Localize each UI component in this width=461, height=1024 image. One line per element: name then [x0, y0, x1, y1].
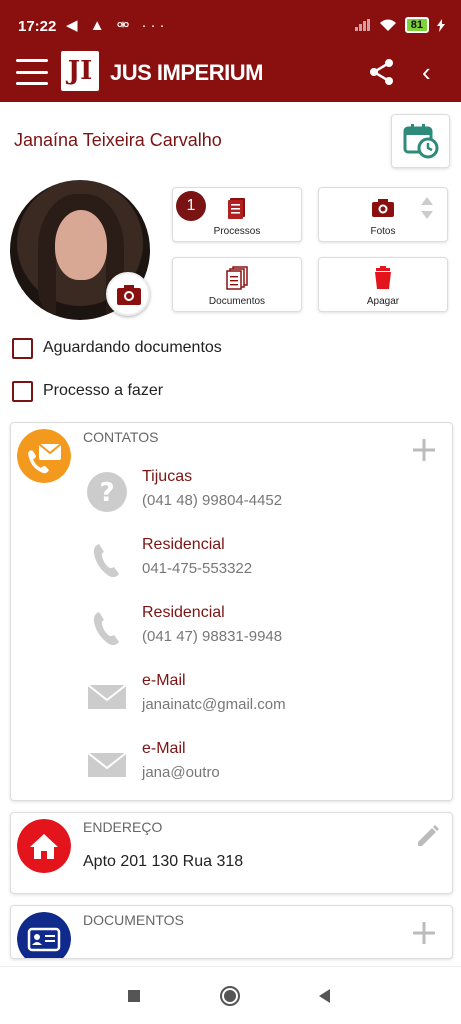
mail-icon [87, 684, 127, 709]
checkbox-aguardando-documentos[interactable]: Aguardando documentos [12, 336, 222, 360]
app-logo: JI [61, 51, 99, 91]
trash-icon [375, 266, 391, 289]
contact-value: (041 47) 98831-9948 [142, 628, 283, 645]
mail-icon [87, 752, 127, 777]
add-contact-icon[interactable] [411, 437, 437, 463]
contact-item[interactable]: Residencial (041 47) 98831-9948 [87, 604, 427, 660]
processos-count-badge: 1 [176, 191, 206, 221]
document-list-icon [228, 198, 245, 219]
charging-icon [437, 18, 445, 32]
system-icons: 81 [354, 17, 445, 33]
signal-icon [354, 19, 370, 31]
share-icon[interactable] [367, 57, 397, 87]
contact-value: jana@outro [142, 764, 220, 781]
contact-item[interactable]: e-Mail jana@outro [87, 740, 427, 796]
calendar-button[interactable] [391, 114, 450, 168]
camera-icon [372, 199, 394, 217]
calendar-clock-icon [403, 124, 439, 159]
question-icon: ? [87, 472, 127, 512]
contact-item[interactable]: e-Mail janainatc@gmail.com [87, 672, 427, 728]
documentos-label: Documentos [208, 296, 266, 307]
apagar-label: Apagar [366, 296, 400, 307]
hamburger-icon[interactable] [16, 59, 48, 85]
battery-indicator: 81 [404, 17, 429, 33]
contacts-icon [17, 429, 71, 483]
processos-label: Processos [213, 226, 261, 237]
contact-label: Residencial [142, 536, 225, 553]
contact-label: e-Mail [142, 740, 186, 757]
camera-icon [117, 285, 141, 305]
contact-label: Tijucas [142, 468, 193, 485]
address-value: Apto 201 130 Rua 318 [83, 853, 244, 870]
sort-icon [421, 197, 433, 219]
contatos-card: CONTATOS ? Tijucas (041 48) 99804-4452 R… [10, 422, 453, 801]
phone-icon [93, 612, 119, 646]
contact-value: 041-475-553322 [142, 560, 253, 577]
back-nav-icon[interactable] [314, 985, 336, 1007]
checkbox-label: Processo a fazer [43, 382, 164, 399]
contact-item[interactable]: ? Tijucas (041 48) 99804-4452 [87, 468, 427, 524]
home-nav-icon[interactable] [219, 985, 241, 1007]
svg-text:?: ? [99, 478, 114, 508]
phone-icon [93, 544, 119, 578]
contact-label: e-Mail [142, 672, 186, 689]
contatos-title: CONTATOS [83, 429, 159, 445]
documentos-button[interactable]: Documentos [172, 257, 302, 312]
endereco-title: ENDEREÇO [83, 819, 163, 835]
recents-icon[interactable] [123, 985, 145, 1007]
contact-value: janainatc@gmail.com [142, 696, 286, 713]
checkbox-label: Aguardando documentos [43, 339, 222, 356]
app-bar: JI JUS IMPERIUM ‹ [0, 44, 461, 102]
checkbox[interactable] [12, 337, 33, 359]
contact-item[interactable]: Residencial 041-475-553322 [87, 536, 427, 592]
system-nav-bar [0, 966, 461, 1024]
add-document-icon[interactable] [411, 920, 437, 946]
home-icon [17, 819, 71, 873]
edit-icon[interactable] [415, 823, 441, 849]
fotos-label: Fotos [370, 226, 396, 237]
status-time: 17:22 [18, 18, 57, 35]
documentos-card: DOCUMENTOS [10, 905, 453, 959]
client-name: Janaína Teixeira Carvalho [14, 130, 222, 150]
documents-icon [226, 266, 248, 290]
endereco-card: ENDEREÇO Apto 201 130 Rua 318 [10, 812, 453, 894]
checkbox[interactable] [12, 380, 33, 402]
contact-value: (041 48) 99804-4452 [142, 492, 283, 509]
contact-label: Residencial [142, 604, 225, 621]
wifi-icon [379, 19, 396, 31]
app-name: JUS IMPERIUM [110, 60, 263, 85]
change-photo-button[interactable] [106, 272, 150, 316]
notification-icons: ◀ ▲ ⚮ ··· [66, 17, 169, 34]
apagar-button[interactable]: Apagar [318, 257, 448, 312]
status-bar: 17:22 ◀ ▲ ⚮ ··· 81 [0, 0, 461, 44]
chevron-left-icon[interactable]: ‹ [422, 58, 446, 86]
id-card-icon [17, 912, 71, 958]
documentos-title: DOCUMENTOS [83, 912, 184, 928]
checkbox-processo-a-fazer[interactable]: Processo a fazer [12, 379, 163, 403]
